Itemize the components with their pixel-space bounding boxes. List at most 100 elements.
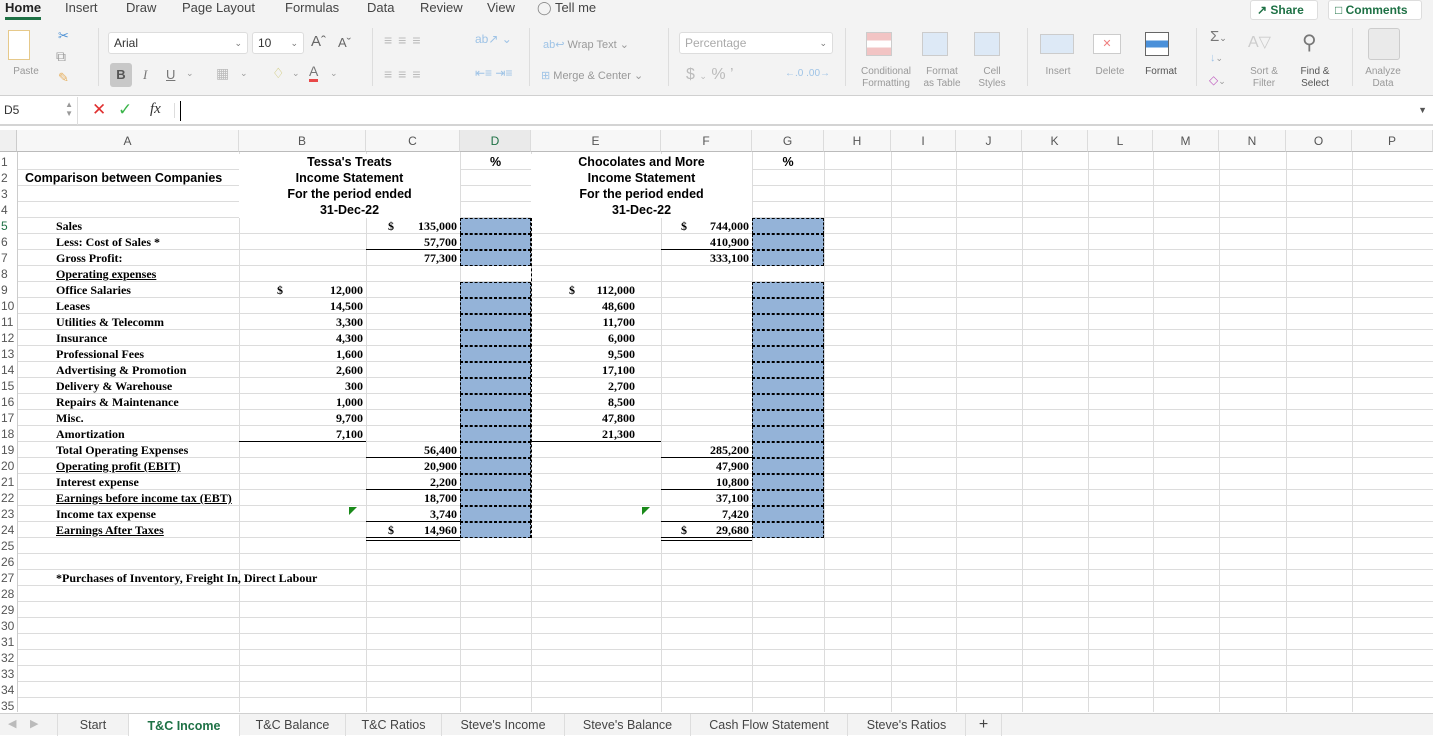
column-header-n[interactable]: N [1219,130,1286,152]
percent-cell[interactable] [460,394,531,410]
row-header-13[interactable]: 13 [0,346,17,362]
sort-filter-label[interactable]: Sort & Filter [1244,66,1284,90]
percent-cell[interactable] [752,330,824,346]
percent-cell[interactable] [460,314,531,330]
row-header-3[interactable]: 3 [0,186,17,202]
column-header-m[interactable]: M [1153,130,1219,152]
row-header-17[interactable]: 17 [0,410,17,426]
row-header-35[interactable]: 35 [0,698,17,714]
percent-cell[interactable] [460,218,531,234]
underline-button[interactable]: U [166,67,175,82]
cut-icon[interactable]: ✂ [58,28,69,44]
column-header-o[interactable]: O [1286,130,1352,152]
row-header-9[interactable]: 9 [0,282,17,298]
chevron-down-icon[interactable]: ⌄ [330,68,338,79]
insert-cells-icon[interactable] [1040,34,1074,54]
column-header-g[interactable]: G [752,130,824,152]
column-header-i[interactable]: I [891,130,956,152]
conditional-formatting-label[interactable]: Conditional Formatting [855,66,917,90]
row-header-6[interactable]: 6 [0,234,17,250]
sheet-tab[interactable]: Steve's Income [442,714,565,736]
indent-icons[interactable]: ⇤≡ ⇥≡ [475,66,512,80]
autosum-icon[interactable]: Σ⌄ [1210,28,1227,45]
percent-cell[interactable] [752,426,824,442]
percent-cell[interactable] [460,362,531,378]
tab-review[interactable]: Review [420,0,463,18]
orientation-icon[interactable]: ab↗ ⌄ [475,32,512,46]
error-indicator[interactable] [642,507,650,515]
percent-cell[interactable] [460,298,531,314]
decimal-icons[interactable]: ←.0 .00→ [785,68,830,79]
row-header-27[interactable]: 27 [0,570,17,586]
format-label[interactable]: Format [1140,66,1182,78]
row-header-16[interactable]: 16 [0,394,17,410]
row-header-33[interactable]: 33 [0,666,17,682]
name-box[interactable]: D5 ▲ ▼ [0,97,78,125]
percent-cell[interactable] [460,378,531,394]
decrease-font-icon[interactable]: Aˇ [338,35,351,50]
percent-cell[interactable] [460,330,531,346]
column-header-j[interactable]: J [956,130,1022,152]
row-header-15[interactable]: 15 [0,378,17,394]
chevron-down-icon[interactable]: ⌄ [186,68,194,79]
scroll-right-icon[interactable]: ▶ [30,717,38,730]
format-cells-icon[interactable] [1145,32,1169,56]
cell-styles-icon[interactable] [974,32,1000,56]
tell-me[interactable]: ◯ Tell me [537,0,596,18]
row-header-10[interactable]: 10 [0,298,17,314]
error-indicator[interactable] [349,507,357,515]
insert-label[interactable]: Insert [1040,66,1076,78]
percent-cell[interactable] [752,474,824,490]
percent-cell[interactable] [752,346,824,362]
copy-icon[interactable]: ⧉ [56,48,66,65]
tab-home[interactable]: Home [5,0,42,20]
sheet-tab[interactable]: T&C Balance [240,714,346,736]
row-header-2[interactable]: 2 [0,170,17,186]
column-header-p[interactable]: P [1352,130,1433,152]
row-header-20[interactable]: 20 [0,458,17,474]
column-header-c[interactable]: C [366,130,460,152]
row-header-1[interactable]: 1 [0,154,17,170]
comments-button[interactable]: □ Comments [1328,0,1422,20]
confirm-icon[interactable]: ✓ [118,100,132,120]
percent-cell[interactable] [752,362,824,378]
percent-cell[interactable] [752,314,824,330]
chevron-down-icon[interactable]: ⌄ [292,68,300,79]
font-name-select[interactable]: Arial ⌄ [108,32,248,54]
percent-cell[interactable] [460,282,531,298]
percent-cell[interactable] [460,426,531,442]
select-all-corner[interactable] [0,130,17,152]
row-header-25[interactable]: 25 [0,538,17,554]
wrap-text-button[interactable]: ab↩ Wrap Text ⌄ [543,38,629,51]
row-header-24[interactable]: 24 [0,522,17,538]
delete-label[interactable]: Delete [1090,66,1130,78]
row-header-26[interactable]: 26 [0,554,17,570]
sheet-tab[interactable]: T&C Income [129,714,240,736]
font-size-select[interactable]: 10 ⌄ [252,32,304,54]
paste-label[interactable]: Paste [6,66,46,78]
cell-styles-label[interactable]: Cell Styles [972,66,1012,90]
row-header-22[interactable]: 22 [0,490,17,506]
percent-cell[interactable] [752,378,824,394]
horizontal-align-icons[interactable]: ≡≡≡ [384,66,427,82]
row-header-29[interactable]: 29 [0,602,17,618]
row-header-21[interactable]: 21 [0,474,17,490]
vertical-align-icons[interactable]: ≡≡≡ [384,32,427,48]
column-header-f[interactable]: F [661,130,752,152]
format-as-table-icon[interactable] [922,32,948,56]
percent-cell[interactable] [460,506,531,522]
column-header-b[interactable]: B [239,130,366,152]
fill-icon[interactable]: ↓⌄ [1210,52,1223,64]
percent-cell[interactable] [752,298,824,314]
column-header-a[interactable]: A [17,130,239,152]
percent-cell[interactable] [752,442,824,458]
row-header-12[interactable]: 12 [0,330,17,346]
percent-cell[interactable] [460,490,531,506]
currency-icon[interactable]: $ ⌄ % ’ [686,66,734,84]
increase-font-icon[interactable]: Aˆ [311,33,326,50]
sheet-tab[interactable]: Steve's Ratios [848,714,966,736]
bold-button[interactable]: B [110,63,132,87]
row-header-7[interactable]: 7 [0,250,17,266]
sheet-tab[interactable]: Start [57,714,129,736]
percent-cell[interactable] [752,522,824,538]
